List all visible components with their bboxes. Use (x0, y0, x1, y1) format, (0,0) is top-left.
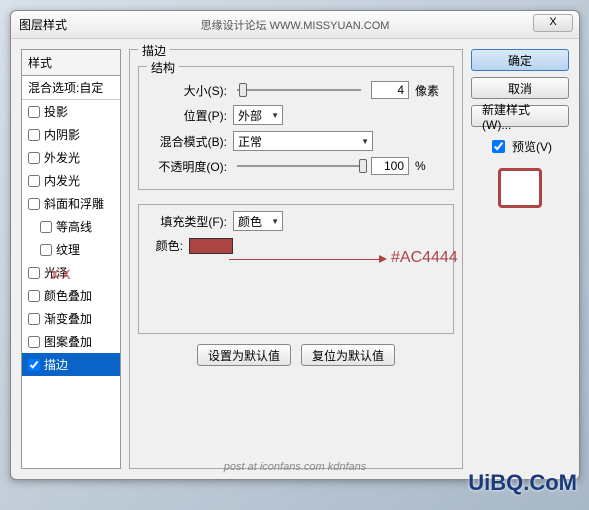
style-item[interactable]: 等高线 (22, 215, 120, 238)
style-item[interactable]: 描边 (22, 353, 120, 376)
size-input[interactable] (371, 81, 409, 99)
style-item[interactable]: 光泽 (22, 261, 120, 284)
color-label: 颜色: (147, 237, 183, 254)
style-item[interactable]: 渐变叠加 (22, 307, 120, 330)
ok-button[interactable]: 确定 (471, 49, 569, 71)
footer-text: post at iconfans.com kdnfans (224, 461, 366, 473)
style-checkbox[interactable] (28, 359, 40, 371)
preview-swatch (498, 168, 542, 208)
close-button[interactable]: X (533, 14, 573, 32)
style-label: 等高线 (56, 218, 92, 235)
style-item[interactable]: 外发光 (22, 146, 120, 169)
style-label: 渐变叠加 (44, 310, 92, 327)
style-label: 图案叠加 (44, 333, 92, 350)
color-swatch[interactable] (189, 238, 233, 254)
style-checkbox[interactable] (28, 267, 40, 279)
cancel-button[interactable]: 取消 (471, 77, 569, 99)
annotation-arrow (229, 259, 379, 260)
style-checkbox[interactable] (28, 106, 40, 118)
style-label: 内阴影 (44, 126, 80, 143)
style-item[interactable]: 纹理 (22, 238, 120, 261)
style-checkbox[interactable] (40, 244, 52, 256)
style-label: 外发光 (44, 149, 80, 166)
style-label: 光泽 (44, 264, 68, 281)
position-label: 位置(P): (147, 107, 227, 124)
opacity-unit: % (415, 159, 445, 173)
opacity-input[interactable] (371, 157, 409, 175)
style-checkbox[interactable] (28, 129, 40, 141)
stroke-settings: 描边 结构 大小(S): 像素 位置(P): 外部 混合模式(B): (129, 49, 463, 469)
fill-type-select[interactable]: 颜色 (233, 211, 283, 231)
preview-label: 预览(V) (512, 138, 552, 155)
blend-mode-label: 混合模式(B): (147, 133, 227, 150)
size-slider[interactable] (237, 89, 361, 91)
size-label: 大小(S): (147, 82, 227, 99)
style-label: 描边 (44, 356, 68, 373)
opacity-slider[interactable] (237, 165, 361, 167)
fill-type-label: 填充类型(F): (147, 213, 227, 230)
style-item[interactable]: 投影 (22, 100, 120, 123)
stroke-group-label: 描边 (138, 42, 170, 59)
structure-label: 结构 (147, 59, 179, 76)
arrow-head-icon (379, 255, 387, 263)
position-select[interactable]: 外部 (233, 105, 283, 125)
styles-list: 样式 混合选项:自定 投影内阴影外发光内发光斜面和浮雕等高线纹理光泽颜色叠加渐变… (21, 49, 121, 469)
size-unit: 像素 (415, 82, 445, 99)
style-label: 纹理 (56, 241, 80, 258)
set-default-button[interactable]: 设置为默认值 (197, 344, 291, 366)
style-label: 斜面和浮雕 (44, 195, 104, 212)
titlebar-center-text: 思缘设计论坛 WWW.MISSYUAN.COM (201, 17, 390, 33)
new-style-button[interactable]: 新建样式(W)... (471, 105, 569, 127)
style-label: 投影 (44, 103, 68, 120)
style-label: 内发光 (44, 172, 80, 189)
style-checkbox[interactable] (28, 175, 40, 187)
style-checkbox[interactable] (40, 221, 52, 233)
blend-options-item[interactable]: 混合选项:自定 (22, 76, 120, 100)
blend-mode-select[interactable]: 正常 (233, 131, 373, 151)
style-checkbox[interactable] (28, 336, 40, 348)
style-item[interactable]: 内阴影 (22, 123, 120, 146)
style-item[interactable]: 图案叠加 (22, 330, 120, 353)
style-label: 颜色叠加 (44, 287, 92, 304)
annotation-hex: #AC4444 (391, 249, 458, 267)
layer-style-dialog: 图层样式 思缘设计论坛 WWW.MISSYUAN.COM X 样式 混合选项:自… (10, 10, 580, 480)
style-item[interactable]: 内发光 (22, 169, 120, 192)
styles-header: 样式 (22, 50, 120, 76)
right-button-panel: 确定 取消 新建样式(W)... 预览(V) (471, 49, 569, 469)
titlebar[interactable]: 图层样式 思缘设计论坛 WWW.MISSYUAN.COM X (11, 11, 579, 39)
opacity-label: 不透明度(O): (147, 158, 227, 175)
preview-checkbox[interactable] (492, 140, 505, 153)
style-checkbox[interactable] (28, 198, 40, 210)
style-checkbox[interactable] (28, 313, 40, 325)
style-checkbox[interactable] (28, 152, 40, 164)
dialog-title: 图层样式 (19, 16, 67, 33)
style-item[interactable]: 斜面和浮雕 (22, 192, 120, 215)
style-item[interactable]: 颜色叠加 (22, 284, 120, 307)
style-checkbox[interactable] (28, 290, 40, 302)
reset-default-button[interactable]: 复位为默认值 (301, 344, 395, 366)
